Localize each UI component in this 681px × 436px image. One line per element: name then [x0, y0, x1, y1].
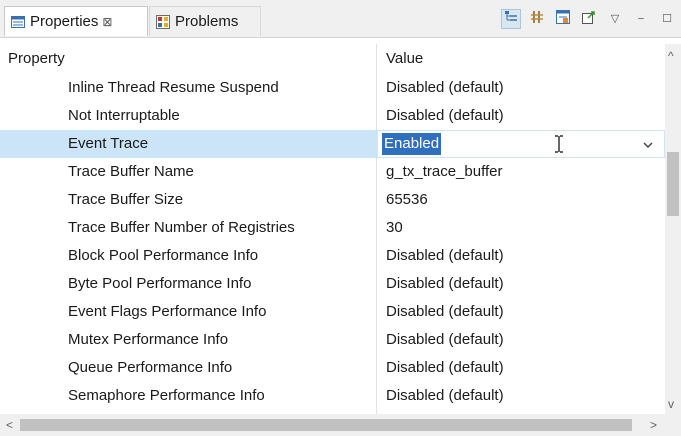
horizontal-scrollbar[interactable]: < > — [0, 414, 665, 436]
property-name: Block Pool Performance Info — [68, 247, 259, 264]
table-row[interactable]: Mutex Performance Info Disabled (default… — [0, 326, 665, 354]
table-row-selected[interactable]: Event Trace Enabled — [0, 130, 665, 158]
close-icon[interactable]: ⊠ — [102, 15, 112, 29]
property-name: Semaphore Performance Info — [68, 387, 265, 404]
table-row[interactable]: Inline Thread Resume Suspend Disabled (d… — [0, 74, 665, 102]
property-name: Mutex Performance Info — [68, 331, 229, 348]
table-row[interactable]: Queue Performance Info Disabled (default… — [0, 354, 665, 382]
value-dropdown[interactable]: Enabled — [378, 131, 664, 157]
table-row[interactable]: Not Interruptable Disabled (default) — [0, 102, 665, 130]
view-tab-bar: Properties ⊠ Problems ▽ − ☐ — [0, 0, 681, 38]
vertical-scroll-thumb[interactable] — [667, 152, 679, 216]
tab-properties[interactable]: Properties ⊠ — [4, 6, 148, 36]
property-value[interactable]: Disabled (default) — [386, 382, 504, 410]
scroll-down-icon[interactable]: v — [668, 398, 674, 410]
horizontal-scroll-thumb[interactable] — [20, 419, 632, 431]
view-menu-button[interactable]: ▽ — [605, 9, 625, 29]
property-value[interactable]: 30 — [386, 214, 403, 242]
vertical-scrollbar[interactable]: ^ v — [665, 44, 681, 414]
property-value[interactable]: g_tx_trace_buffer — [386, 158, 502, 186]
table-row[interactable]: Trace Buffer Name g_tx_trace_buffer — [0, 158, 665, 186]
property-name: Inline Thread Resume Suspend — [68, 79, 279, 96]
problems-icon — [156, 14, 170, 29]
minimize-button[interactable]: − — [631, 9, 651, 29]
view-menu-icon: ▽ — [610, 12, 620, 25]
table-row[interactable]: Semaphore Performance Info Disabled (def… — [0, 382, 665, 410]
table-row[interactable]: Byte Pool Performance Info Disabled (def… — [0, 270, 665, 298]
table-row[interactable]: Block Pool Performance Info Disabled (de… — [0, 242, 665, 270]
scrollbar-corner — [665, 414, 681, 436]
maximize-icon: ☐ — [662, 12, 672, 25]
column-header-property[interactable]: Property — [8, 44, 65, 74]
chevron-down-icon[interactable] — [642, 138, 654, 150]
property-name: Not Interruptable — [68, 107, 180, 124]
table-row[interactable]: Trace Buffer Size 65536 — [0, 186, 665, 214]
show-categories-icon — [504, 10, 518, 28]
filter-button[interactable] — [553, 9, 573, 29]
tab-problems-label: Problems — [175, 13, 239, 30]
property-value[interactable]: Disabled (default) — [386, 326, 504, 354]
show-categories-button[interactable] — [501, 9, 521, 29]
dropdown-selected-value[interactable]: Enabled — [382, 133, 442, 155]
table-row[interactable]: Trace Buffer Number of Registries 30 — [0, 214, 665, 242]
tab-properties-label: Properties — [30, 13, 99, 30]
table-header: Property Value — [0, 44, 681, 74]
property-name: Trace Buffer Number of Registries — [68, 219, 295, 236]
property-name: Queue Performance Info — [68, 359, 233, 376]
scroll-right-icon[interactable]: > — [650, 419, 657, 431]
filter-icon — [556, 10, 570, 28]
text-cursor-icon — [554, 135, 564, 153]
show-advanced-button[interactable] — [527, 9, 547, 29]
view-toolbar: ▽ − ☐ — [495, 8, 677, 30]
property-name: Trace Buffer Size — [68, 191, 184, 208]
property-name: Event Flags Performance Info — [68, 303, 267, 320]
column-header-value[interactable]: Value — [386, 44, 423, 74]
property-value[interactable]: Disabled (default) — [386, 298, 504, 326]
property-name: Trace Buffer Name — [68, 163, 194, 180]
property-value[interactable]: Disabled (default) — [386, 270, 504, 298]
property-table: Inline Thread Resume Suspend Disabled (d… — [0, 74, 665, 414]
property-value[interactable]: Disabled (default) — [386, 74, 504, 102]
property-value[interactable]: Disabled (default) — [386, 242, 504, 270]
minimize-icon: − — [637, 12, 645, 25]
maximize-button[interactable]: ☐ — [657, 9, 677, 29]
property-name: Byte Pool Performance Info — [68, 275, 252, 292]
properties-view: Properties ⊠ Problems ▽ − ☐ Property Val… — [0, 0, 681, 436]
show-advanced-icon — [530, 10, 544, 28]
scroll-up-icon[interactable]: ^ — [668, 50, 674, 62]
restore-default-button[interactable] — [579, 9, 599, 29]
properties-icon — [11, 15, 25, 29]
property-value[interactable]: Disabled (default) — [386, 102, 504, 130]
property-value[interactable]: 65536 — [386, 186, 428, 214]
tab-problems[interactable]: Problems — [149, 6, 261, 36]
restore-default-icon — [582, 10, 596, 28]
property-value[interactable]: Disabled (default) — [386, 354, 504, 382]
scroll-left-icon[interactable]: < — [6, 419, 13, 431]
table-row[interactable]: Event Flags Performance Info Disabled (d… — [0, 298, 665, 326]
property-name: Event Trace — [68, 135, 149, 152]
